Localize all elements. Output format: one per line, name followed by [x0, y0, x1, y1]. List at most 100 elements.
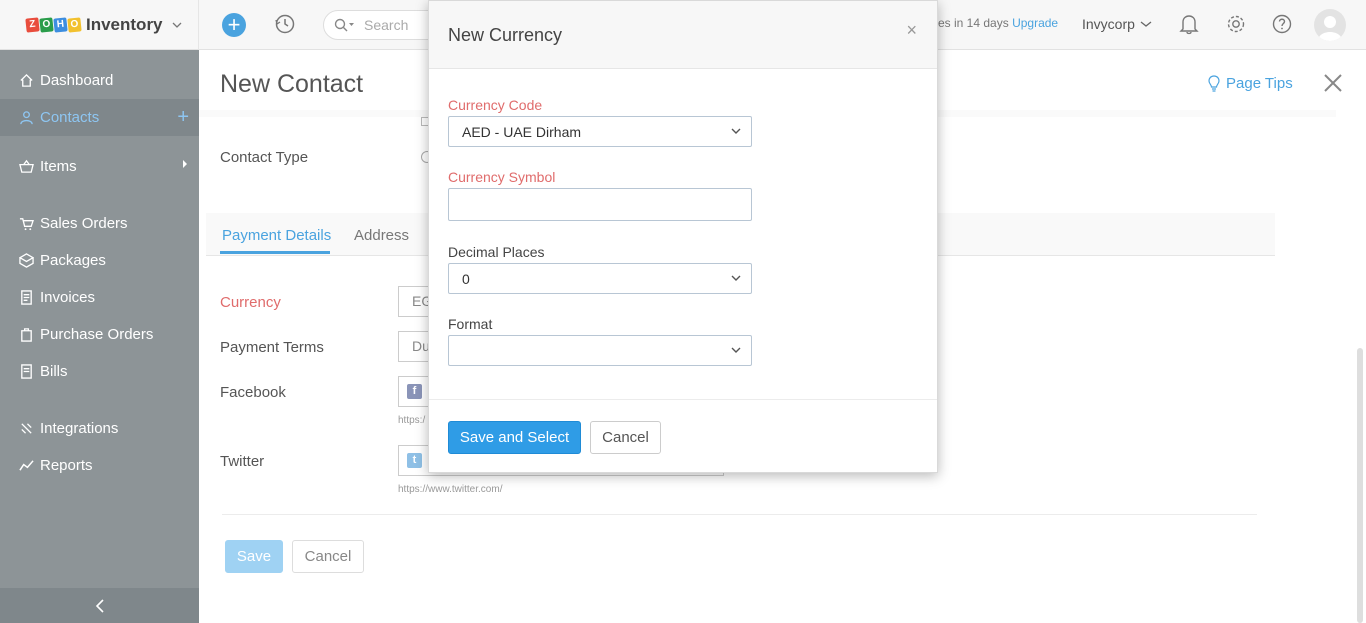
sidebar-item-label: Purchase Orders	[40, 326, 154, 343]
help-icon[interactable]	[1271, 13, 1293, 35]
currency-code-label: Currency Code	[448, 97, 543, 113]
cart-icon	[18, 216, 34, 232]
sidebar-item-sales-orders[interactable]: Sales Orders	[0, 205, 199, 242]
integrations-icon	[18, 421, 34, 437]
invoice-icon	[18, 290, 34, 306]
sidebar-item-label: Sales Orders	[40, 215, 128, 232]
close-icon[interactable]	[1322, 72, 1344, 94]
contact-type-label: Contact Type	[220, 149, 309, 166]
basket-icon	[18, 159, 34, 175]
chevron-down-icon	[731, 128, 741, 134]
brand-name: Inventory	[86, 14, 163, 34]
currency-symbol-label: Currency Symbol	[448, 169, 556, 185]
logo-letter: Z	[25, 16, 40, 33]
sidebar-item-bills[interactable]: Bills	[0, 353, 199, 390]
format-label: Format	[448, 316, 493, 332]
chevron-down-icon	[1140, 21, 1152, 27]
sidebar-item-integrations[interactable]: Integrations	[0, 410, 199, 447]
logo-letter: O	[67, 16, 82, 33]
sidebar-item-purchase-orders[interactable]: Purchase Orders	[0, 316, 199, 353]
sidebar-collapse-button[interactable]	[0, 588, 199, 623]
scrollbar[interactable]	[1357, 348, 1363, 623]
modal-cancel-button[interactable]: Cancel	[590, 421, 661, 454]
search-input[interactable]: Search	[323, 10, 443, 40]
bell-icon[interactable]	[1179, 13, 1199, 35]
save-button[interactable]: Save	[225, 540, 283, 573]
history-icon[interactable]	[274, 13, 296, 35]
org-switcher[interactable]: Invycorp	[1082, 16, 1152, 32]
currency-code-select[interactable]: AED - UAE Dirham	[448, 116, 752, 147]
logo-letter: O	[39, 16, 54, 33]
zoho-logo: Z O H O	[25, 16, 82, 33]
facebook-icon: f	[407, 384, 422, 399]
search-icon	[334, 18, 354, 32]
chevron-left-icon	[95, 598, 104, 613]
chevron-down-icon	[731, 275, 741, 281]
sidebar-item-dashboard[interactable]: Dashboard	[0, 62, 199, 99]
chevron-down-icon[interactable]	[172, 20, 182, 30]
sidebar-item-label: Dashboard	[40, 72, 114, 89]
new-currency-modal: New Currency × Currency Code AED - UAE D…	[428, 0, 938, 473]
brand[interactable]: Z O H O Inventory	[0, 0, 199, 50]
lightbulb-icon	[1208, 75, 1220, 92]
sidebar: Z O H O Inventory Dashboard Contacts + I…	[0, 0, 199, 623]
logo-letter: H	[53, 16, 68, 33]
quick-create-button[interactable]: +	[222, 13, 246, 37]
tab-payment-details[interactable]: Payment Details	[222, 227, 331, 244]
add-contact-icon[interactable]: +	[177, 107, 189, 127]
user-icon	[18, 110, 34, 126]
sidebar-item-label: Bills	[40, 363, 68, 380]
gear-icon[interactable]	[1225, 13, 1247, 35]
decimal-places-label: Decimal Places	[448, 244, 545, 260]
trial-text: es in 14 days	[938, 16, 1009, 30]
modal-header: New Currency ×	[429, 1, 937, 69]
sidebar-item-label: Contacts	[40, 109, 100, 126]
upgrade-link[interactable]: Upgrade	[1012, 16, 1058, 30]
trial-notice: es in 14 days Upgrade	[938, 16, 1058, 30]
sidebar-item-invoices[interactable]: Invoices	[0, 279, 199, 316]
form-separator	[222, 514, 1257, 515]
currency-symbol-input[interactable]	[448, 188, 752, 221]
twitter-hint: https://www.twitter.com/	[398, 484, 503, 495]
payment-terms-label: Payment Terms	[220, 339, 324, 356]
sidebar-item-contacts[interactable]: Contacts +	[0, 99, 199, 136]
modal-title: New Currency	[448, 25, 563, 45]
purchase-icon	[18, 327, 34, 343]
modal-footer-divider	[429, 399, 937, 400]
home-icon	[18, 73, 34, 89]
sidebar-item-label: Invoices	[40, 289, 96, 306]
twitter-icon: t	[407, 453, 422, 468]
sidebar-item-label: Items	[40, 158, 77, 175]
sidebar-item-label: Reports	[40, 457, 93, 474]
sidebar-item-items[interactable]: Items	[0, 148, 199, 185]
expand-arrow-icon[interactable]	[183, 160, 187, 168]
decimal-places-value: 0	[462, 271, 470, 287]
chevron-down-icon	[731, 347, 741, 353]
facebook-label: Facebook	[220, 384, 286, 401]
avatar[interactable]	[1314, 9, 1346, 41]
sidebar-nav: Dashboard Contacts + Items Sales Orders …	[0, 62, 199, 484]
tab-address[interactable]: Address	[354, 227, 409, 244]
cancel-button[interactable]: Cancel	[292, 540, 364, 573]
bill-icon	[18, 364, 34, 380]
page-title: New Contact	[220, 70, 364, 98]
sidebar-item-packages[interactable]: Packages	[0, 242, 199, 279]
active-tab-indicator	[220, 251, 330, 254]
save-and-select-button[interactable]: Save and Select	[448, 421, 581, 454]
decimal-places-select[interactable]: 0	[448, 263, 752, 294]
format-select[interactable]	[448, 335, 752, 366]
reports-icon	[18, 458, 34, 474]
sidebar-item-label: Integrations	[40, 420, 119, 437]
close-icon[interactable]: ×	[906, 20, 917, 41]
page-tips-link[interactable]: Page Tips	[1208, 75, 1293, 92]
sidebar-item-reports[interactable]: Reports	[0, 447, 199, 484]
sidebar-item-label: Packages	[40, 252, 106, 269]
twitter-label: Twitter	[220, 453, 265, 470]
search-placeholder: Search	[364, 17, 409, 33]
currency-label: Currency	[220, 294, 281, 311]
package-icon	[18, 253, 34, 269]
org-name: Invycorp	[1082, 16, 1135, 32]
currency-code-value: AED - UAE Dirham	[462, 124, 582, 140]
